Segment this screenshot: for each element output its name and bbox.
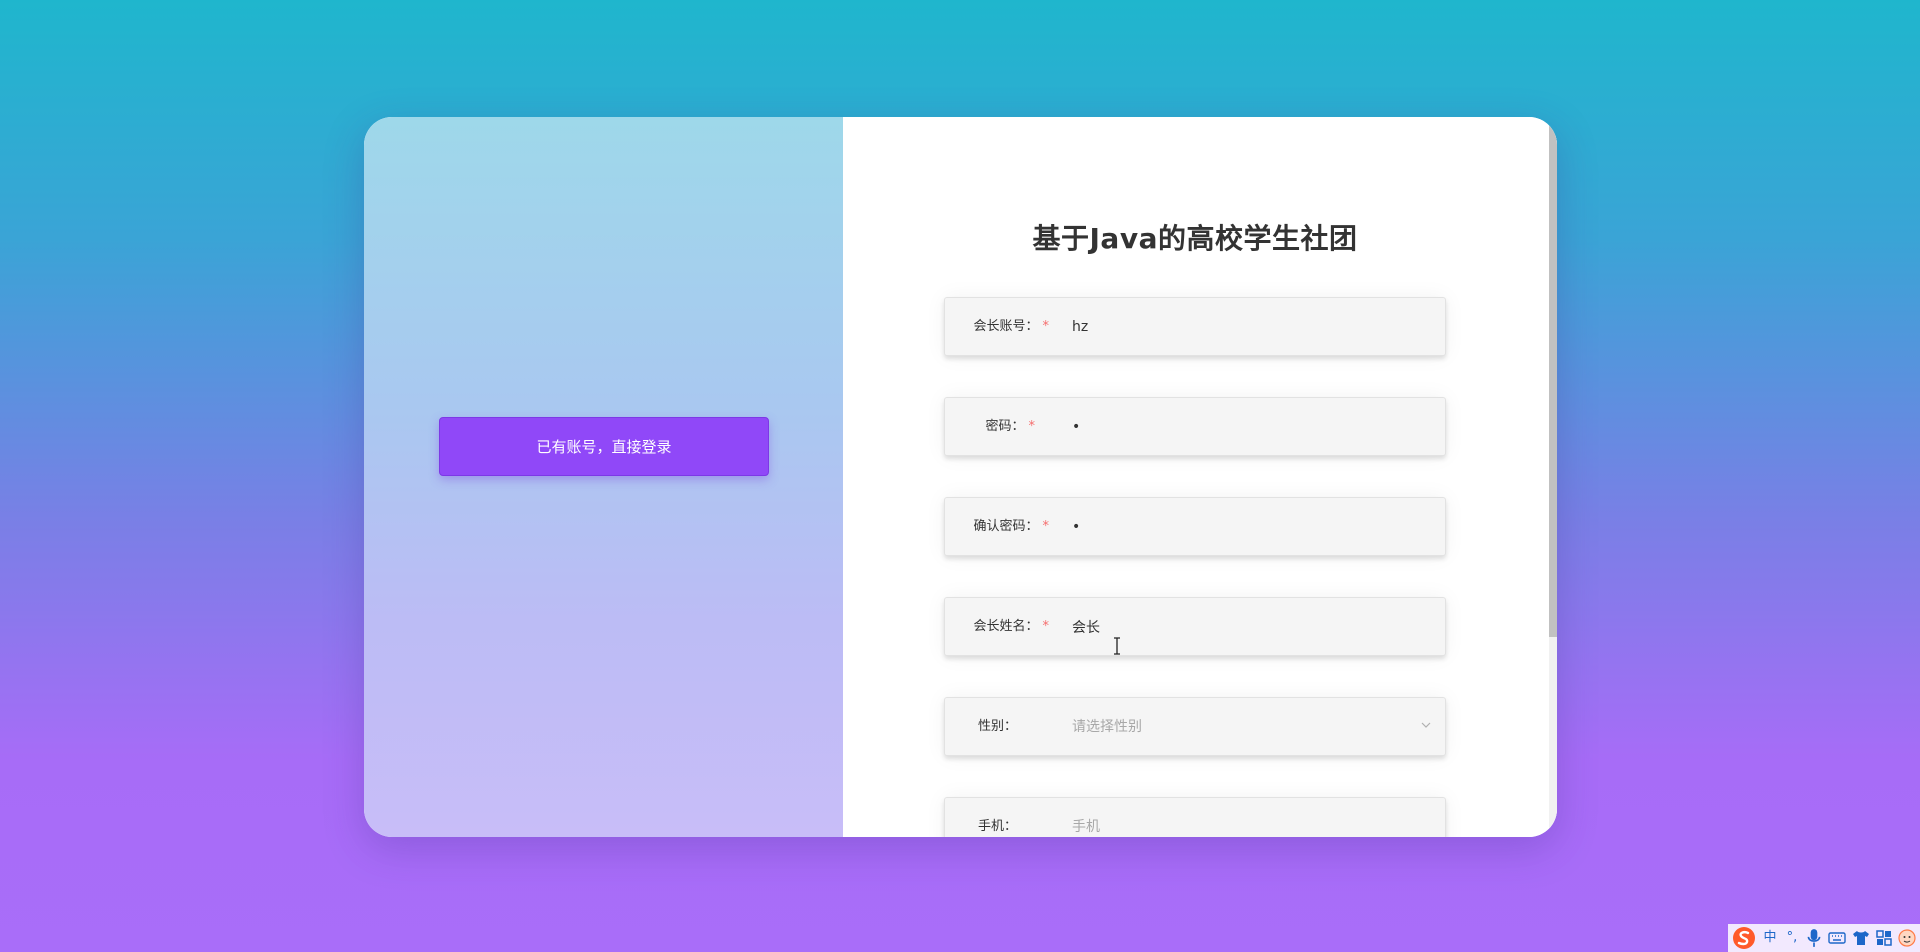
president-name-field-row: 会长姓名： * <box>944 597 1446 656</box>
president-name-input[interactable] <box>1072 598 1432 655</box>
grid-icon[interactable] <box>1876 928 1892 948</box>
sogou-ime-icon[interactable] <box>1732 926 1756 950</box>
gender-select[interactable]: 性别： <box>944 697 1446 756</box>
keyboard-icon[interactable] <box>1828 928 1846 948</box>
required-mark: * <box>1042 519 1050 534</box>
page-title: 基于Java的高校学生社团 <box>1032 222 1358 255</box>
register-form-panel: 基于Java的高校学生社团 会长账号：* 密码：* 确认密码：* 会长姓名：* <box>843 117 1557 837</box>
scrollbar-thumb[interactable] <box>1549 117 1557 637</box>
password-label: 密码： * <box>945 398 1035 455</box>
account-label-text: 会长账号： <box>973 319 1039 334</box>
required-mark: * <box>1028 419 1036 434</box>
left-panel: 已有账号，直接登录 <box>364 117 843 837</box>
punctuation-toggle[interactable]: °, <box>1784 928 1800 948</box>
password-label-text: 密码： <box>985 419 1025 434</box>
register-card: 已有账号，直接登录 基于Java的高校学生社团 会长账号：* 密码：* 确认密码… <box>364 117 1557 837</box>
account-input[interactable] <box>1072 298 1432 355</box>
confirm-password-input[interactable] <box>1072 498 1432 555</box>
scrollbar[interactable] <box>1549 117 1557 837</box>
password-field-row: 密码： * <box>944 397 1446 456</box>
president-name-label-text: 会长姓名： <box>973 619 1039 634</box>
text-cursor-icon <box>1114 637 1120 655</box>
account-field-row: 会长账号： * <box>944 297 1446 356</box>
required-mark: * <box>1042 319 1050 334</box>
president-name-label: 会长姓名： * <box>945 598 1049 655</box>
confirm-password-label: 确认密码： * <box>945 498 1049 555</box>
ime-mode-toggle[interactable]: 中 <box>1762 928 1778 948</box>
gender-select-input[interactable] <box>1072 698 1432 755</box>
gender-label: 性别： <box>945 698 1017 755</box>
ime-toolbar: 中 °, <box>1728 924 1920 952</box>
password-input[interactable] <box>1072 398 1432 455</box>
shirt-icon[interactable] <box>1852 928 1870 948</box>
chevron-down-icon <box>1421 722 1431 728</box>
login-link-button[interactable]: 已有账号，直接登录 <box>439 417 769 476</box>
phone-field-row: 手机： <box>944 797 1446 837</box>
avatar-icon[interactable] <box>1898 928 1916 948</box>
microphone-icon[interactable] <box>1806 928 1822 948</box>
required-mark: * <box>1042 619 1050 634</box>
account-label: 会长账号： * <box>945 298 1049 355</box>
confirm-password-label-text: 确认密码： <box>973 519 1039 534</box>
phone-label-text: 手机： <box>977 819 1017 834</box>
confirm-password-field-row: 确认密码： * <box>944 497 1446 556</box>
gender-label-text: 性别： <box>977 719 1017 734</box>
phone-input[interactable] <box>1072 798 1432 837</box>
phone-label: 手机： <box>945 798 1017 837</box>
